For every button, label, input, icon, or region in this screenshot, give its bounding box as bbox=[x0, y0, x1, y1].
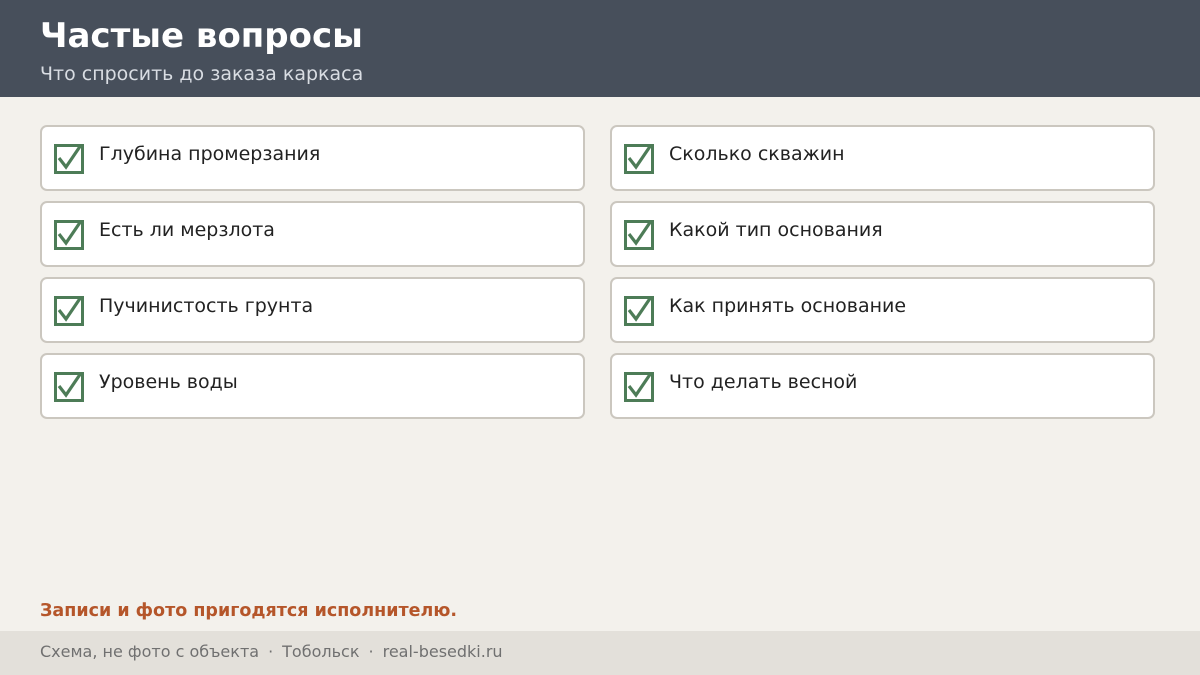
checklist-item[interactable]: Пучинистость грунта bbox=[40, 277, 585, 343]
footer-separator: · bbox=[268, 642, 274, 661]
checkbox-checked-icon[interactable] bbox=[624, 372, 654, 402]
footer-caption: Схема, не фото с объекта bbox=[40, 642, 260, 661]
checklist-item[interactable]: Глубина промерзания bbox=[40, 125, 585, 191]
checkbox-checked-icon[interactable] bbox=[624, 144, 654, 174]
checklist-item-label: Глубина промерзания bbox=[99, 143, 321, 165]
checklist-item-label: Пучинистость грунта bbox=[99, 295, 314, 317]
checklist-item-label: Что делать весной bbox=[669, 371, 858, 393]
checkbox-checked-icon[interactable] bbox=[54, 220, 84, 250]
page-footer: Схема, не фото с объекта · Тобольск · real-b… bbox=[0, 631, 1200, 675]
checklist-item-label: Уровень воды bbox=[99, 371, 238, 393]
page-subtitle: Что спросить до заказа каркаса bbox=[40, 63, 364, 85]
checklist-item-label: Сколько скважин bbox=[669, 143, 845, 165]
checkbox-checked-icon[interactable] bbox=[54, 144, 84, 174]
checklist-item[interactable]: Какой тип основания bbox=[610, 201, 1155, 267]
checklist-item-label: Как принять основание bbox=[669, 295, 907, 317]
page-title: Частые вопросы bbox=[40, 16, 363, 56]
checklist-item[interactable]: Уровень воды bbox=[40, 353, 585, 419]
footer-site-link[interactable]: real-besedki.ru bbox=[383, 642, 503, 661]
highlight-note: Записи и фото пригодятся исполнителю. bbox=[40, 601, 457, 621]
checkbox-checked-icon[interactable] bbox=[624, 220, 654, 250]
checklist-item[interactable]: Есть ли мерзлота bbox=[40, 201, 585, 267]
checklist-item-label: Есть ли мерзлота bbox=[99, 219, 275, 241]
page-header: Частые вопросы Что спросить до заказа ка… bbox=[0, 0, 1200, 97]
footer-city: Тобольск bbox=[282, 642, 360, 661]
footer-line: Схема, не фото с объекта · Тобольск · real-b… bbox=[40, 641, 503, 663]
checkbox-checked-icon[interactable] bbox=[54, 296, 84, 326]
footer-separator: · bbox=[368, 642, 374, 661]
checklist-item[interactable]: Как принять основание bbox=[610, 277, 1155, 343]
checkbox-checked-icon[interactable] bbox=[54, 372, 84, 402]
checklist-item[interactable]: Сколько скважин bbox=[610, 125, 1155, 191]
checkbox-checked-icon[interactable] bbox=[624, 296, 654, 326]
checklist-item[interactable]: Что делать весной bbox=[610, 353, 1155, 419]
checklist-item-label: Какой тип основания bbox=[669, 219, 883, 241]
